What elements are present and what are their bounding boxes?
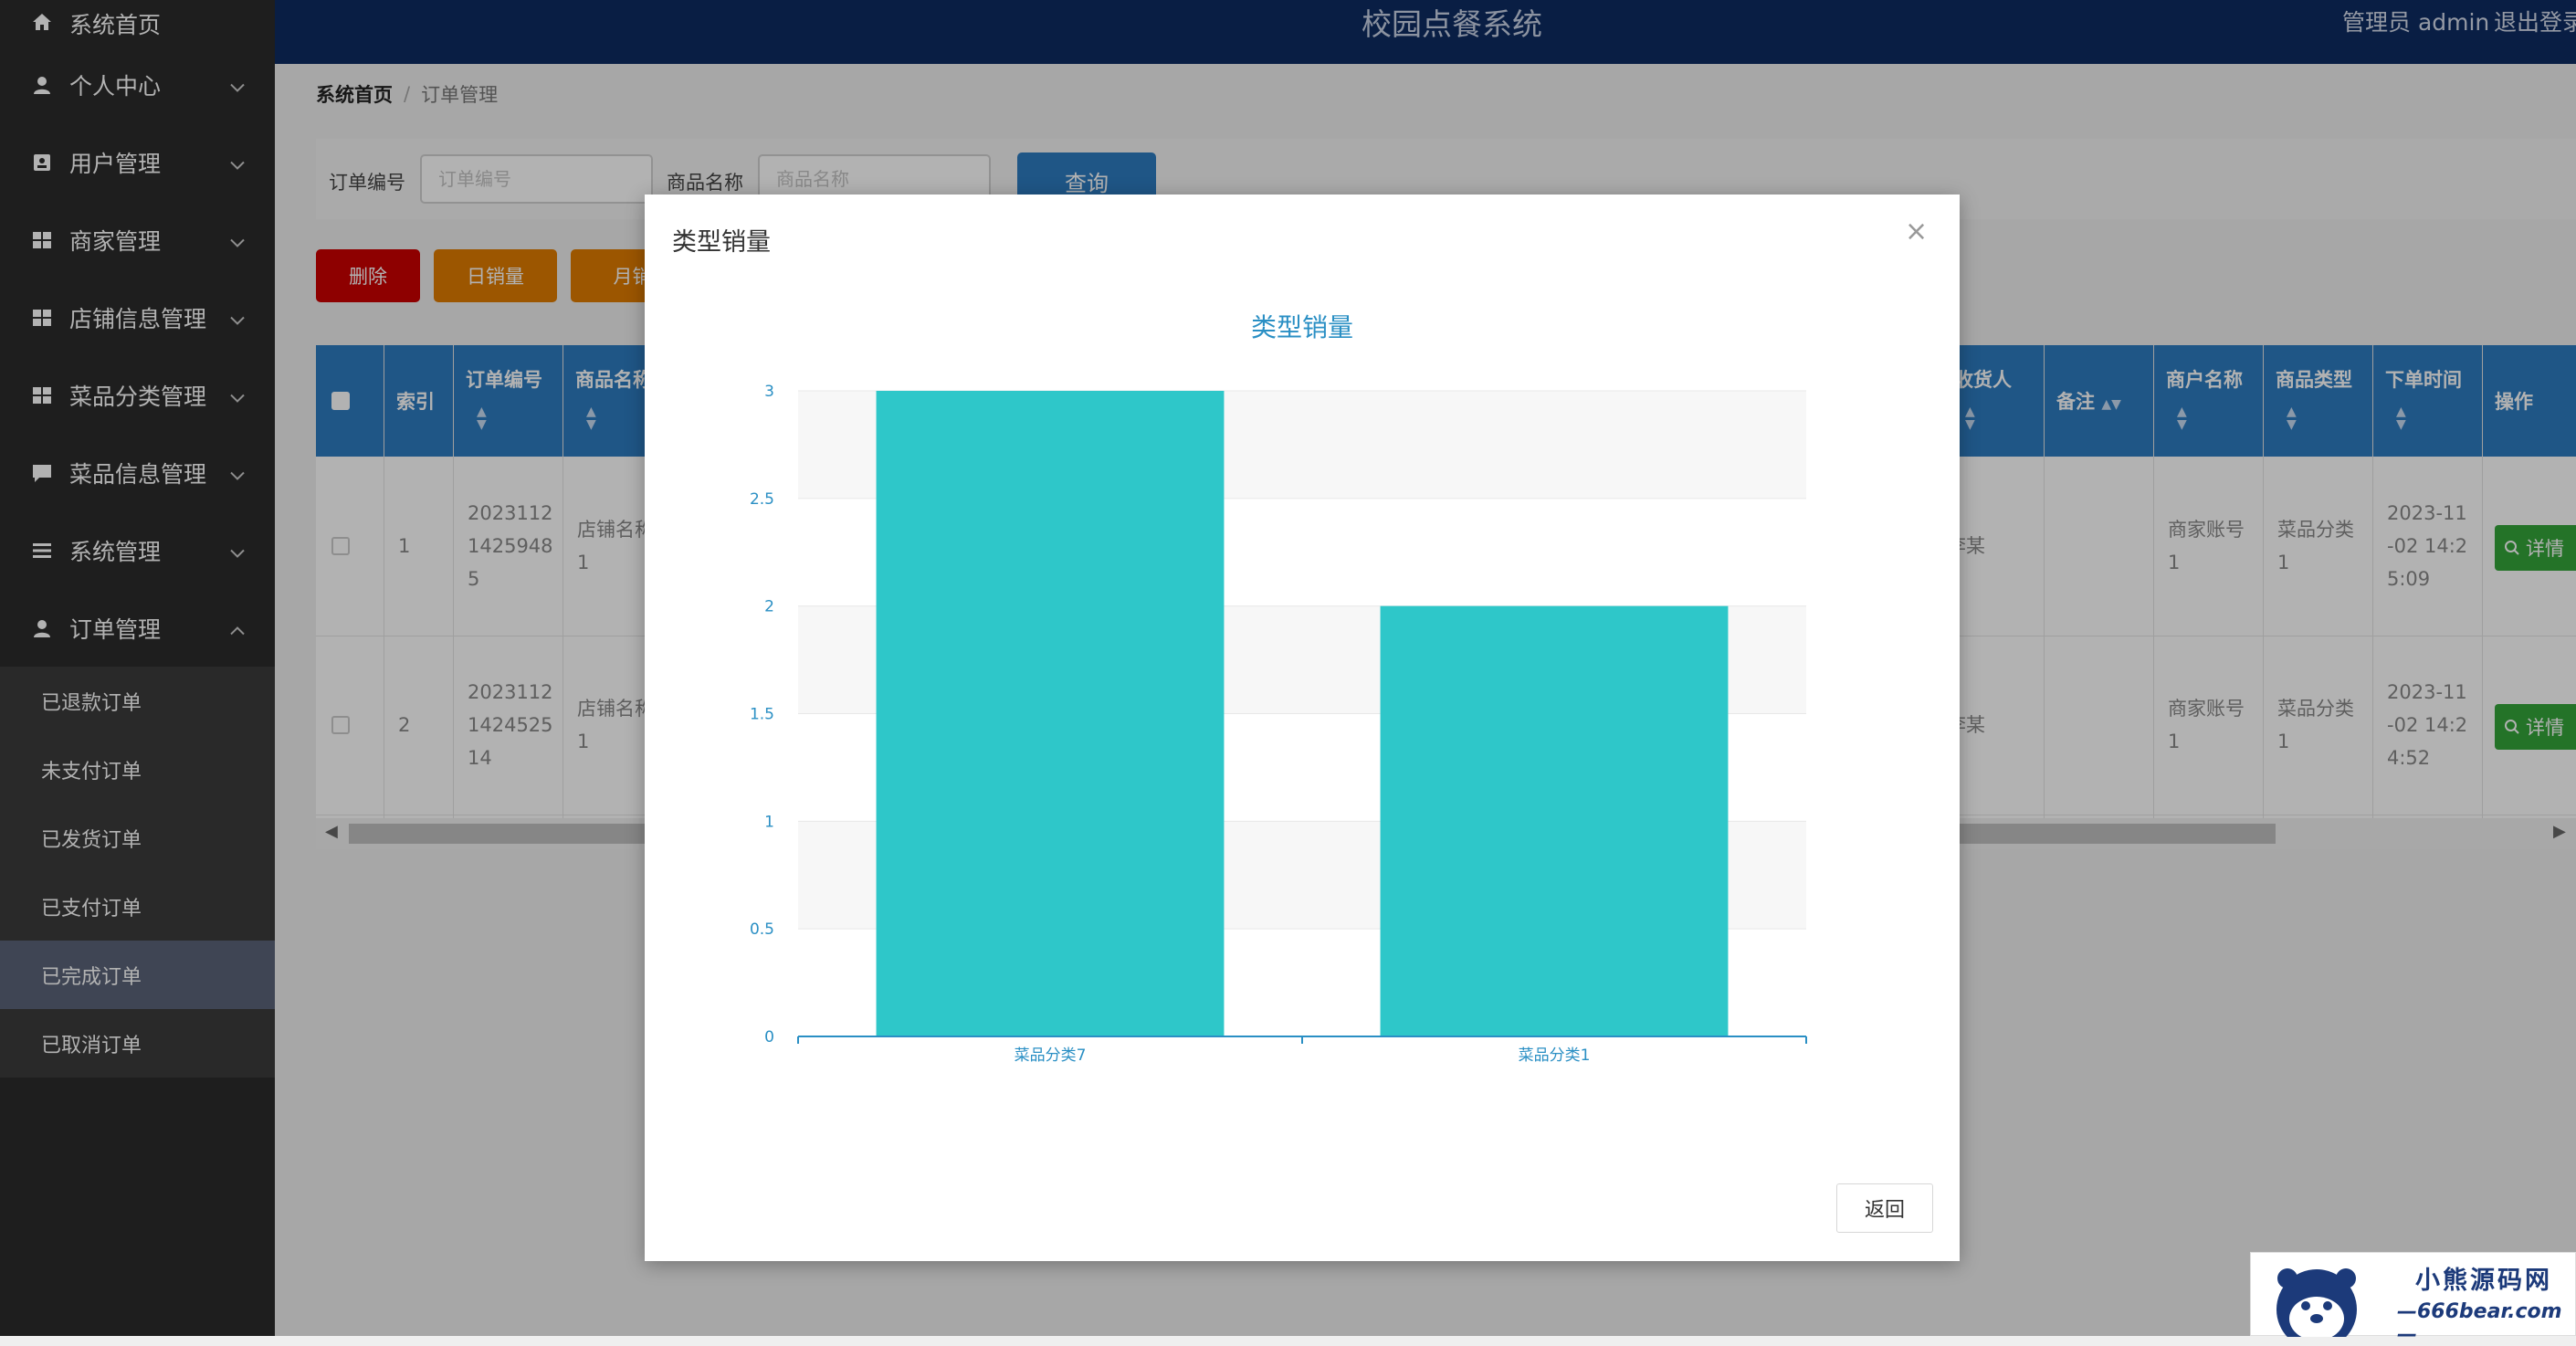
- y-tick-label: 2.5: [750, 490, 774, 509]
- return-button[interactable]: 返回: [1836, 1183, 1933, 1233]
- sales-chart-dialog: 类型销量 × 0 0.5 1 1.5 2 2.5 3 菜品分类7 菜品分类1 类型销量 返回: [645, 195, 1960, 1261]
- x-tick-label: 菜品分类1: [1519, 1046, 1591, 1065]
- watermark-name: 小熊源码网: [2415, 1267, 2552, 1295]
- x-tick-label: 菜品分类7: [1015, 1046, 1087, 1065]
- bear-logo-icon: [2276, 1268, 2357, 1337]
- y-tick-label: 3: [764, 383, 774, 401]
- y-tick-label: 0: [764, 1028, 774, 1046]
- y-tick-label: 2: [764, 598, 774, 616]
- bar: [1380, 605, 1729, 1036]
- y-tick-label: 1: [764, 813, 774, 831]
- watermark-url: —666bear.com—: [2397, 1300, 2562, 1346]
- y-tick-label: 0.5: [750, 920, 774, 939]
- chart-title: 类型销量: [1251, 312, 1353, 342]
- bar: [876, 391, 1225, 1036]
- bar-chart: 0 0.5 1 1.5 2 2.5 3 菜品分类7 菜品分类1 类型销量: [750, 312, 1807, 1065]
- y-tick-label: 1.5: [750, 706, 774, 724]
- watermark-logo: 小熊源码网 —666bear.com—: [2250, 1252, 2576, 1346]
